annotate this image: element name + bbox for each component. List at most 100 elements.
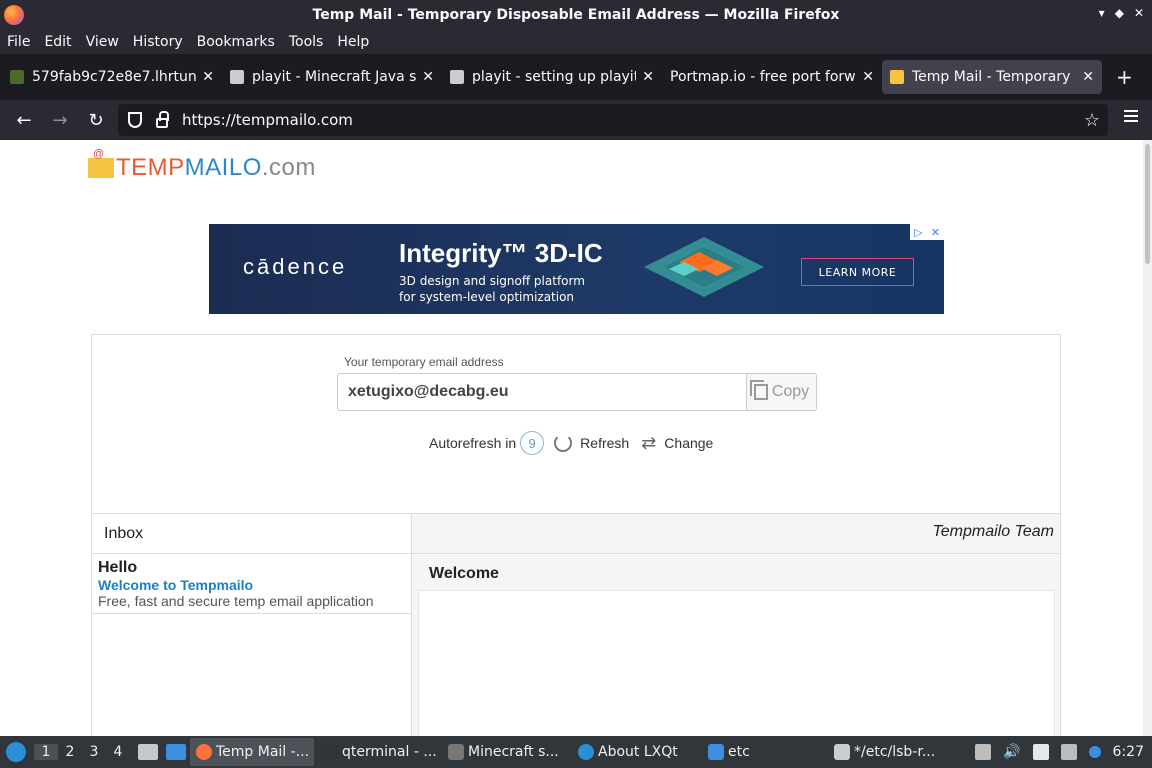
tab-tempmail[interactable]: Temp Mail - Temporary D ✕ xyxy=(882,60,1102,94)
new-tab-icon[interactable]: + xyxy=(1116,65,1133,89)
clipboard-icon[interactable] xyxy=(1032,744,1049,760)
envelope-favicon-icon xyxy=(890,70,904,84)
menu-bar: File Edit View History Bookmarks Tools H… xyxy=(0,30,1152,54)
folder-icon xyxy=(708,744,724,760)
desktop-2[interactable]: 2 xyxy=(58,744,82,760)
task-firefox[interactable]: Temp Mail -... xyxy=(190,738,314,766)
close-icon[interactable]: ✕ xyxy=(1134,6,1144,20)
tab-playit-minecraft[interactable]: playit - Minecraft Java se ✕ xyxy=(222,60,442,94)
task-label: Temp Mail -... xyxy=(216,744,310,760)
task-lsb-release[interactable]: */etc/lsb-r... xyxy=(828,738,952,766)
ad-choices[interactable]: ▷ ✕ xyxy=(910,224,944,240)
inbox-area: Inbox Hello Welcome to Tempmailo Free, f… xyxy=(92,513,1060,736)
task-about-lxqt[interactable]: About LXQt xyxy=(572,738,700,766)
ad-line-1: 3D design and signoff platform xyxy=(399,274,585,288)
reload-icon[interactable]: ↻ xyxy=(78,110,114,131)
desktop-3[interactable]: 3 xyxy=(82,744,106,760)
mail-card: Your temporary email address xetugixo@de… xyxy=(91,334,1061,736)
page-scrollbar[interactable] xyxy=(1143,140,1152,736)
show-desktop-icon[interactable] xyxy=(166,744,186,760)
learn-more-button[interactable]: LEARN MORE xyxy=(801,258,914,286)
tracking-protection-icon[interactable] xyxy=(128,112,142,128)
url-bar[interactable]: https://tempmailo.com ☆ xyxy=(118,104,1108,136)
site-logo[interactable]: @ TEMP MAILO .com xyxy=(88,148,316,182)
message-reader: Tempmailo Team Welcome xyxy=(412,514,1060,736)
change-icon[interactable]: ⇄ xyxy=(641,433,656,454)
inbox-header: Inbox xyxy=(92,514,411,554)
tab-bar: 579fab9c72e8e7.lhrtunn ✕ playit - Minecr… xyxy=(0,54,1152,100)
minecraft-favicon-icon xyxy=(10,70,24,84)
tab-close-icon[interactable]: ✕ xyxy=(642,69,654,85)
ad-banner[interactable]: cādence Integrity™ 3D-IC 3D design and s… xyxy=(209,224,944,314)
tab-label: playit - Minecraft Java se xyxy=(252,69,417,85)
network-icon[interactable] xyxy=(1060,744,1077,760)
menu-view[interactable]: View xyxy=(86,34,119,50)
lock-icon[interactable] xyxy=(156,111,169,128)
reader-sender: Tempmailo Team xyxy=(412,514,1060,554)
menu-bookmarks[interactable]: Bookmarks xyxy=(197,34,275,50)
forward-icon[interactable]: → xyxy=(42,110,78,131)
tab-close-icon[interactable]: ✕ xyxy=(862,69,874,85)
window-controls: ▾ ◆ ✕ xyxy=(1099,6,1144,20)
menu-help[interactable]: Help xyxy=(337,34,369,50)
tab-close-icon[interactable]: ✕ xyxy=(422,69,434,85)
task-label: Minecraft s... xyxy=(468,744,559,760)
system-tray: 🔊 6:27 xyxy=(969,736,1152,768)
copy-button[interactable]: Copy xyxy=(746,373,817,411)
chip-illustration-icon xyxy=(644,237,764,297)
message-preview: Free, fast and secure temp email applica… xyxy=(98,593,374,609)
page-favicon-icon xyxy=(450,70,464,84)
change-button[interactable]: Change xyxy=(664,435,713,451)
scrollbar-thumb[interactable] xyxy=(1145,144,1150,264)
task-label: */etc/lsb-r... xyxy=(854,744,936,760)
url-text[interactable]: https://tempmailo.com xyxy=(182,111,353,129)
task-etc-folder[interactable]: etc xyxy=(702,738,826,766)
firefox-logo-icon xyxy=(4,5,24,25)
menu-edit[interactable]: Edit xyxy=(44,34,71,50)
envelope-logo-icon: @ xyxy=(88,148,114,178)
tab-label: Temp Mail - Temporary D xyxy=(912,69,1077,85)
autorefresh-label: Autorefresh in xyxy=(429,435,517,451)
menu-history[interactable]: History xyxy=(133,34,183,50)
tab-lhrtunnel[interactable]: 579fab9c72e8e7.lhrtunn ✕ xyxy=(2,60,222,94)
menu-tools[interactable]: Tools xyxy=(289,34,324,50)
autorefresh-countdown: 9 xyxy=(520,431,545,455)
ad-headline: Integrity™ 3D-IC xyxy=(399,238,603,268)
message-subject: Welcome to Tempmailo xyxy=(98,577,254,593)
minimize-icon[interactable]: ▾ xyxy=(1099,6,1105,20)
tab-playit-setup[interactable]: playit - setting up playit ✕ xyxy=(442,60,662,94)
back-icon[interactable]: ← xyxy=(6,110,42,131)
ad-choices-icon[interactable]: ▷ xyxy=(914,226,922,239)
window-titlebar: Temp Mail - Temporary Disposable Email A… xyxy=(0,0,1152,30)
volume-icon[interactable]: 🔊 xyxy=(1003,744,1020,760)
ad-brand: cādence xyxy=(243,254,348,279)
eject-icon[interactable] xyxy=(975,744,992,760)
refresh-button[interactable]: Refresh xyxy=(580,435,629,451)
clock[interactable]: 6:27 xyxy=(1113,744,1144,760)
tab-label: Portmap.io - free port forwa xyxy=(670,69,857,85)
desktop-4[interactable]: 4 xyxy=(106,744,130,760)
minecraft-icon xyxy=(448,744,464,760)
maximize-icon[interactable]: ◆ xyxy=(1115,6,1124,20)
tab-close-icon[interactable]: ✕ xyxy=(1082,69,1094,85)
app-menu-icon[interactable] xyxy=(1124,110,1138,122)
refresh-icon[interactable] xyxy=(554,434,573,452)
email-address-field[interactable]: xetugixo@decabg.eu xyxy=(337,373,747,411)
ad-close-icon[interactable]: ✕ xyxy=(931,226,940,239)
task-qterminal[interactable]: qterminal - ... xyxy=(316,738,440,766)
taskbar: 1 2 3 4 Temp Mail -... qterminal - ... M… xyxy=(0,736,1152,768)
tab-close-icon[interactable]: ✕ xyxy=(202,69,214,85)
copy-icon xyxy=(749,380,768,400)
start-menu-icon[interactable] xyxy=(6,742,26,762)
task-label: About LXQt xyxy=(598,744,678,760)
task-minecraft[interactable]: Minecraft s... xyxy=(442,738,570,766)
bookmark-star-icon[interactable]: ☆ xyxy=(1084,110,1100,131)
file-manager-launcher-icon[interactable] xyxy=(138,744,158,760)
updates-icon[interactable] xyxy=(1088,746,1101,758)
mail-controls: Autorefresh in 9 Refresh ⇄ Change xyxy=(429,431,713,455)
desktop-1[interactable]: 1 xyxy=(34,744,58,760)
tab-label: playit - setting up playit xyxy=(472,69,637,85)
tab-portmap[interactable]: Portmap.io - free port forwa ✕ xyxy=(662,60,882,94)
menu-file[interactable]: File xyxy=(7,34,30,50)
list-item[interactable]: Hello Welcome to Tempmailo Free, fast an… xyxy=(92,554,411,614)
